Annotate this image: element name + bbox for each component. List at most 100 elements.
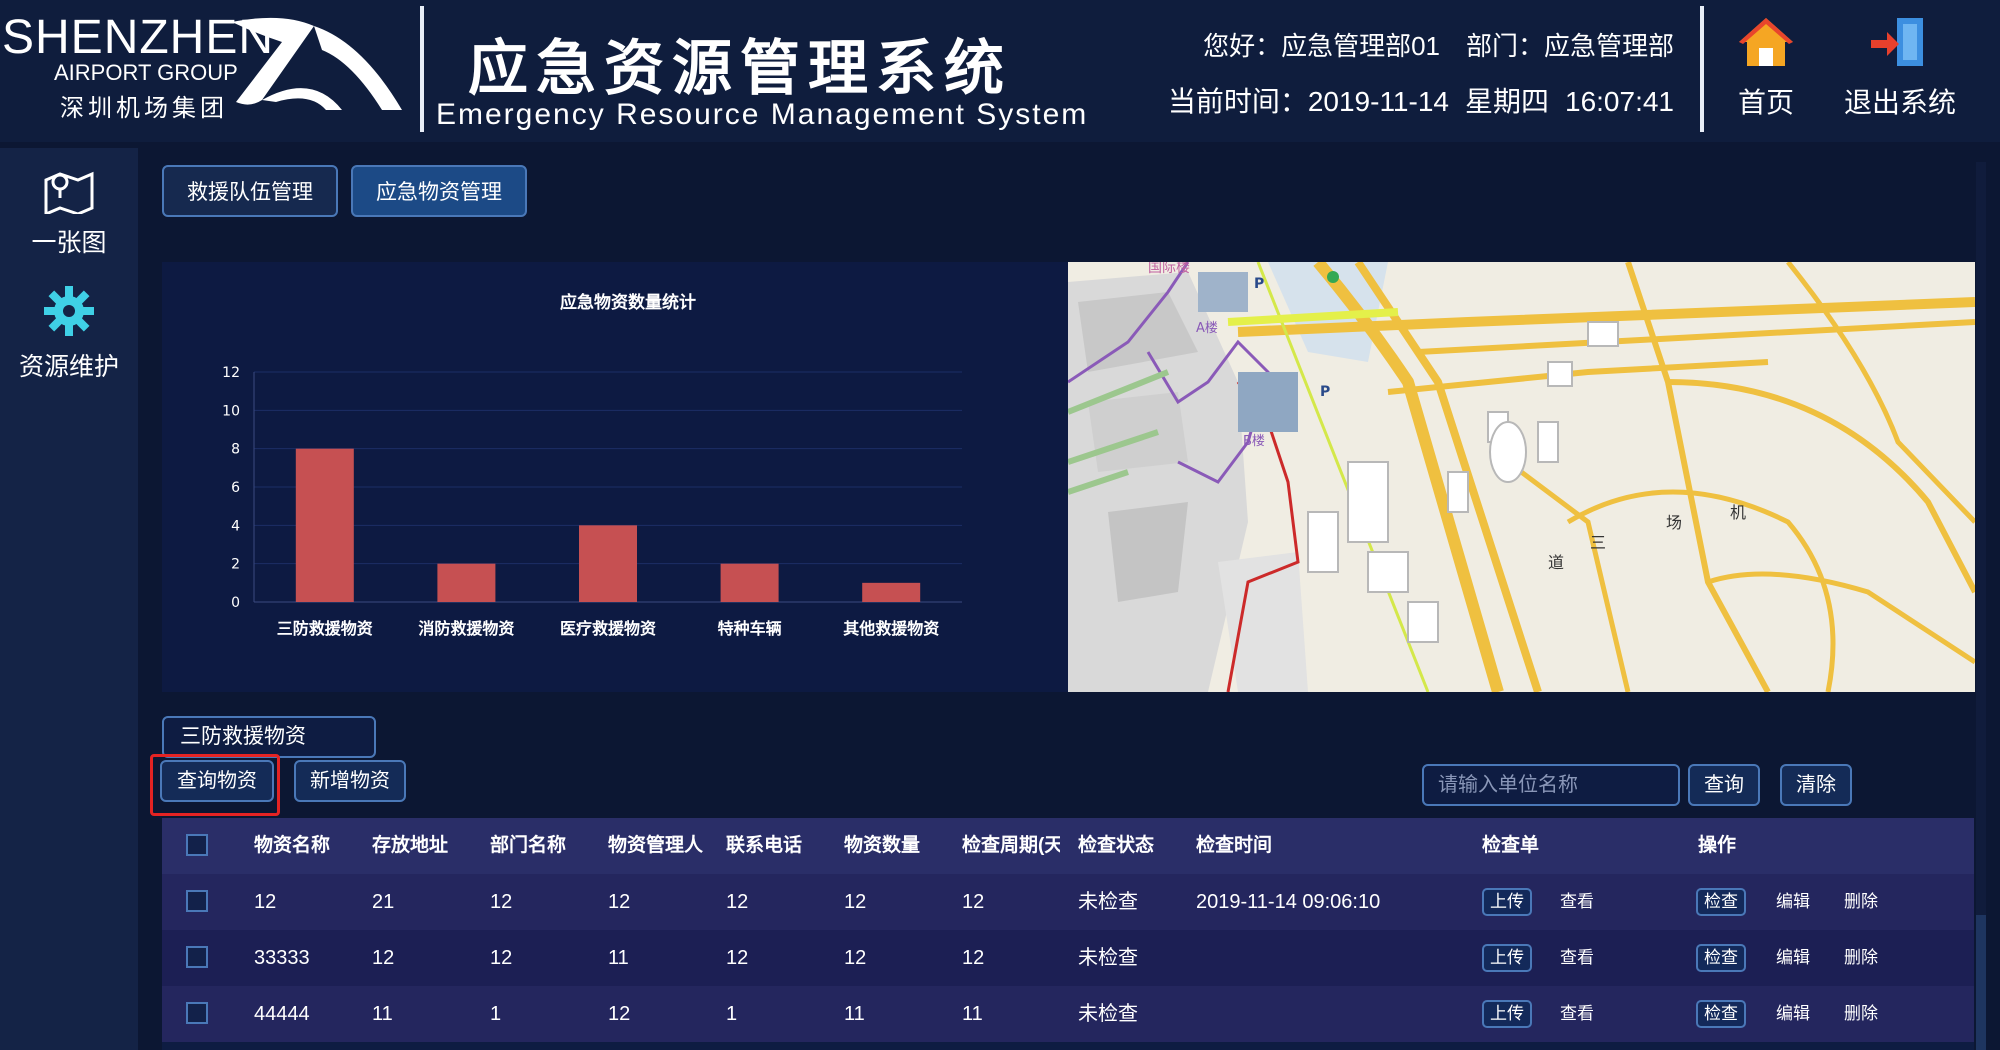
map-marker-icon bbox=[1327, 271, 1339, 283]
table-row: 33333 12 12 11 12 12 12 未检查 上传 查看 检查 编辑 … bbox=[162, 930, 1974, 986]
sidebar-item-map[interactable]: 一张图 bbox=[0, 168, 138, 259]
sidebar-item-label: 资源维护 bbox=[18, 353, 119, 381]
map-label: 国际楼 bbox=[1148, 262, 1190, 276]
column-header: 检查时间 bbox=[1196, 835, 1273, 856]
delete-link[interactable]: 删除 bbox=[1844, 930, 1878, 986]
cell-phone: 12 bbox=[726, 947, 749, 969]
header-divider-right bbox=[1700, 6, 1704, 132]
cell-check-time: 2019-11-14 09:06:10 bbox=[1196, 891, 1381, 913]
map-icon bbox=[44, 171, 94, 217]
chart-title: 应急物资数量统计 bbox=[560, 292, 696, 313]
sidebar-item-label: 一张图 bbox=[31, 229, 107, 257]
cell-address: 21 bbox=[372, 891, 395, 913]
upload-button[interactable]: 上传 bbox=[1482, 888, 1532, 916]
y-tick-label: 4 bbox=[231, 518, 240, 534]
y-tick-label: 0 bbox=[231, 595, 240, 611]
check-button[interactable]: 检查 bbox=[1696, 944, 1746, 972]
cell-quantity: 12 bbox=[844, 947, 867, 969]
column-header: 检查状态 bbox=[1078, 835, 1155, 856]
table-row: 44444 11 1 12 1 11 11 未检查 上传 查看 检查 编辑 删除 bbox=[162, 986, 1974, 1042]
column-header: 物资数量 bbox=[844, 835, 921, 856]
row-checkbox[interactable] bbox=[186, 1002, 208, 1024]
cell-manager: 12 bbox=[608, 1003, 631, 1025]
logout-button[interactable]: 退出系统 bbox=[1838, 14, 1962, 121]
airport-map[interactable]: 国际楼 A楼 B楼 P P 道 三 场 机 bbox=[1068, 262, 1975, 692]
supplies-bar-chart: 应急物资数量统计 0 2 4 6 8 10 12 三防救援物资 消防救援物资 医疗救援物资 特种车辆 其… bbox=[222, 292, 962, 638]
clear-button[interactable]: 清除 bbox=[1780, 764, 1852, 806]
cell-status: 未检查 bbox=[1078, 891, 1138, 913]
tab-emergency-supplies[interactable]: 应急物资管理 bbox=[351, 165, 527, 217]
column-header: 物资管理人 bbox=[608, 835, 704, 856]
upload-button[interactable]: 上传 bbox=[1482, 1000, 1532, 1028]
edit-link[interactable]: 编辑 bbox=[1776, 930, 1810, 986]
cell-status: 未检查 bbox=[1078, 947, 1138, 969]
map-label: B楼 bbox=[1243, 434, 1265, 449]
delete-link[interactable]: 删除 bbox=[1844, 986, 1878, 1042]
cell-address: 12 bbox=[372, 947, 395, 969]
supplies-table: 物资名称 存放地址 部门名称 物资管理人 联系电话 物资数量 检查周期(天) 检… bbox=[162, 818, 1974, 1050]
home-icon bbox=[1739, 18, 1793, 66]
column-header: 操作 bbox=[1698, 835, 1737, 856]
sidebar-item-resource[interactable]: 资源维护 bbox=[0, 284, 138, 383]
edit-link[interactable]: 编辑 bbox=[1776, 986, 1810, 1042]
cell-manager: 11 bbox=[608, 947, 629, 969]
chart-bar bbox=[720, 563, 779, 602]
category-select[interactable]: 三防救援物资 bbox=[162, 716, 376, 758]
delete-link[interactable]: 删除 bbox=[1844, 874, 1878, 930]
airport-logo-icon bbox=[232, 17, 402, 110]
cell-phone: 1 bbox=[726, 1003, 738, 1025]
view-link[interactable]: 查看 bbox=[1560, 986, 1594, 1042]
cell-cycle: 12 bbox=[962, 947, 985, 969]
user-greeting: 您好：应急管理部01 bbox=[1203, 31, 1440, 61]
y-tick-label: 8 bbox=[231, 442, 240, 458]
view-link[interactable]: 查看 bbox=[1560, 930, 1594, 986]
x-tick-label: 三防救援物资 bbox=[277, 619, 373, 638]
check-button[interactable]: 检查 bbox=[1696, 888, 1746, 916]
x-tick-label: 消防救援物资 bbox=[418, 619, 514, 638]
unit-search-input[interactable]: 请输入单位名称 bbox=[1422, 764, 1680, 806]
select-all-checkbox[interactable] bbox=[186, 834, 208, 856]
cell-quantity: 12 bbox=[844, 891, 867, 913]
user-department: 部门：应急管理部 bbox=[1465, 31, 1674, 61]
chart-bar bbox=[295, 448, 354, 602]
cell-department: 1 bbox=[490, 1003, 502, 1025]
logout-label: 退出系统 bbox=[1843, 87, 1956, 118]
search-button[interactable]: 查询 bbox=[1688, 764, 1760, 806]
chart-bar bbox=[437, 563, 496, 602]
map-label: 场 bbox=[1666, 513, 1682, 532]
header-divider bbox=[420, 6, 424, 132]
highlight-box bbox=[150, 754, 280, 816]
sidebar: 一张图 资源维护 bbox=[0, 148, 138, 1050]
cell-quantity: 11 bbox=[844, 1003, 865, 1025]
y-tick-label: 2 bbox=[231, 557, 240, 573]
cell-cycle: 11 bbox=[962, 1003, 983, 1025]
scrollbar-thumb[interactable] bbox=[1976, 915, 1986, 1050]
cell-name: 44444 bbox=[254, 1003, 310, 1025]
current-date: 2019-11-14 bbox=[1307, 86, 1449, 117]
x-tick-label: 医疗救援物资 bbox=[560, 619, 656, 638]
logo-text-group: AIRPORT GROUP bbox=[54, 60, 238, 85]
upload-button[interactable]: 上传 bbox=[1482, 944, 1532, 972]
supplies-chart-panel: 应急物资数量统计 0 2 4 6 8 10 12 三防救援物资 消防救援物资 医疗救援物资 特种车辆 其… bbox=[162, 262, 1068, 692]
add-supplies-button[interactable]: 新增物资 bbox=[294, 760, 406, 802]
system-subtitle: Emergency Resource Management System bbox=[436, 98, 1089, 131]
home-label: 首页 bbox=[1737, 87, 1794, 118]
tab-rescue-team[interactable]: 救援队伍管理 bbox=[162, 165, 338, 217]
map-label: 三 bbox=[1590, 533, 1606, 552]
app-header: SHENZHEN AIRPORT GROUP 深圳机场集团 应急资源管理系统 E… bbox=[0, 0, 2000, 142]
logout-icon bbox=[1871, 18, 1923, 66]
edit-link[interactable]: 编辑 bbox=[1776, 874, 1810, 930]
current-weekday: 星期四 bbox=[1464, 86, 1549, 117]
row-checkbox[interactable] bbox=[186, 946, 208, 968]
cell-address: 11 bbox=[372, 1003, 393, 1025]
column-header: 联系电话 bbox=[726, 835, 803, 856]
gear-icon bbox=[44, 286, 94, 336]
row-checkbox[interactable] bbox=[186, 890, 208, 912]
column-header: 物资名称 bbox=[254, 835, 331, 856]
map-label: A楼 bbox=[1196, 321, 1218, 336]
view-link[interactable]: 查看 bbox=[1560, 874, 1594, 930]
home-button[interactable]: 首页 bbox=[1726, 14, 1806, 121]
check-button[interactable]: 检查 bbox=[1696, 1000, 1746, 1028]
current-time: 当前时间：2019-11-14 星期四 16:07:41 bbox=[1168, 80, 1674, 120]
map-canvas: 国际楼 A楼 B楼 P P 道 三 场 机 bbox=[1068, 262, 1975, 692]
